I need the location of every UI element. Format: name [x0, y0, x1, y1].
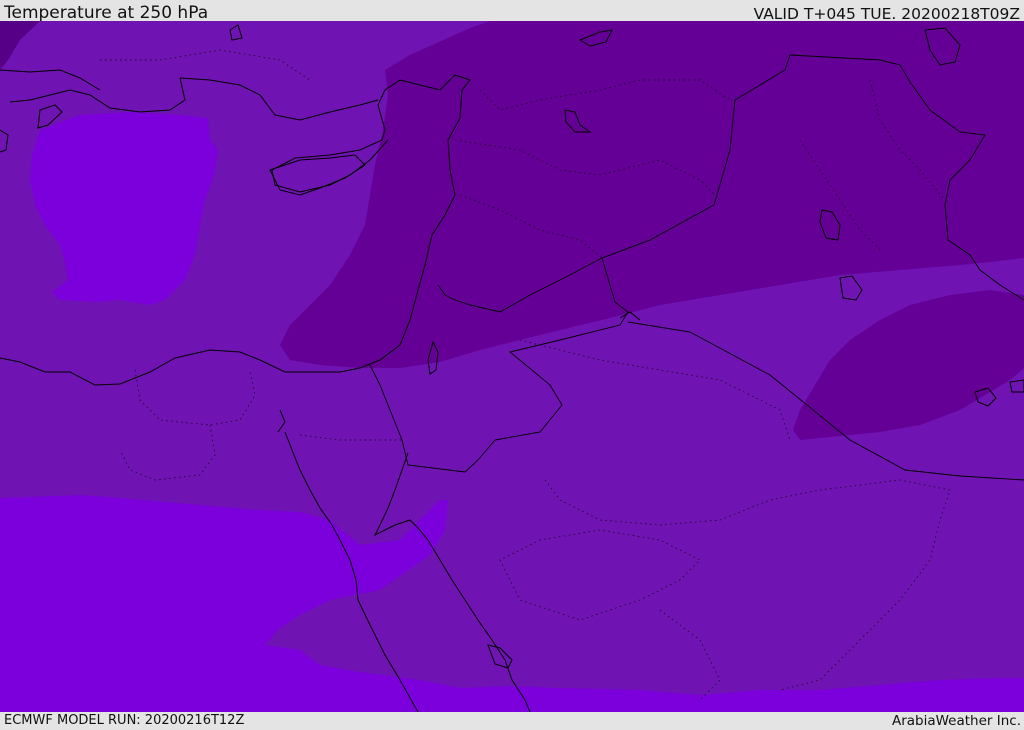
- map-title: Temperature at 250 hPa: [4, 3, 209, 23]
- model-run-label: ECMWF MODEL RUN: 20200216T12Z: [4, 713, 245, 728]
- footer-bar: ECMWF MODEL RUN: 20200216T12Z ArabiaWeat…: [0, 712, 1024, 729]
- credit-label: ArabiaWeather Inc.: [891, 713, 1021, 729]
- header-bar: Temperature at 250 hPa VALID T+045 TUE. …: [0, 0, 1024, 23]
- weather-map[interactable]: [0, 21, 1024, 712]
